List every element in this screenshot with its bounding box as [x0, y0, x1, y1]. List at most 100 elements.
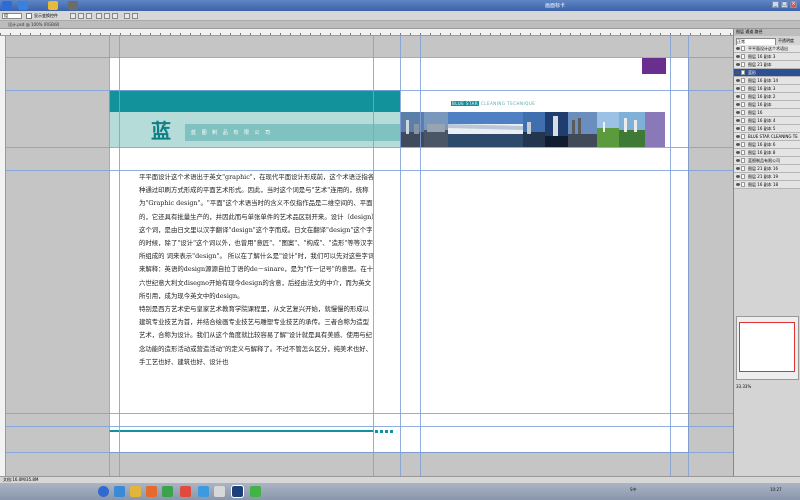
eye-icon[interactable]	[736, 135, 740, 138]
minibridge-icon[interactable]	[48, 1, 58, 10]
eye-icon[interactable]	[736, 103, 740, 106]
ime-indicator[interactable]: S中	[630, 487, 637, 493]
eye-icon[interactable]	[736, 63, 740, 66]
layer-row[interactable]: 蓝图制品有限公司	[734, 157, 800, 165]
layer-row[interactable]: 图层 16 副本 2	[734, 93, 800, 101]
auto-select-dropdown[interactable]: 组	[2, 13, 22, 19]
eye-icon[interactable]	[736, 127, 740, 130]
start-icon[interactable]	[98, 486, 109, 497]
bridge-icon[interactable]	[18, 1, 28, 10]
eye-icon[interactable]	[736, 183, 740, 186]
layer-row[interactable]: 图层 21 副本 19	[734, 173, 800, 181]
guide-horizontal[interactable]	[6, 170, 733, 171]
show-transform-checkbox[interactable]	[26, 13, 32, 19]
distribute-h-icon[interactable]	[132, 13, 138, 19]
layer-row[interactable]: 图层 21 副本	[734, 61, 800, 69]
navigator-view-frame[interactable]	[739, 322, 795, 372]
layer-row[interactable]: 图层 16 副本 3	[734, 85, 800, 93]
align-right-icon[interactable]	[112, 13, 118, 19]
layer-label: 图层 21 副本 19	[748, 174, 778, 179]
eye-icon[interactable]	[736, 55, 740, 58]
guide-horizontal[interactable]	[6, 90, 733, 91]
eye-icon[interactable]	[736, 119, 740, 122]
guide-vertical[interactable]	[119, 36, 120, 476]
chrome-icon[interactable]	[180, 486, 191, 497]
qq-icon[interactable]	[214, 486, 225, 497]
guide-horizontal[interactable]	[6, 57, 733, 58]
clock[interactable]: 10:27	[770, 487, 782, 492]
purple-block	[645, 112, 665, 147]
document-tab[interactable]: 设计.psd @ 100% (RGB/8)	[0, 21, 800, 29]
align-middle-icon[interactable]	[78, 13, 84, 19]
paragraph-1: 平平面设计这个术语出于英文"graphic"，在现代平面设计形成前，这个术语泛指…	[139, 173, 375, 300]
app-icon[interactable]	[2, 1, 12, 10]
guide-horizontal[interactable]	[6, 452, 733, 453]
close-button[interactable]: ×	[790, 1, 797, 8]
align-left-icon[interactable]	[96, 13, 102, 19]
layer-row[interactable]: 图层 16	[734, 109, 800, 117]
layer-row[interactable]: 图层 16 副本 4	[734, 117, 800, 125]
layer-row[interactable]: 蓝形	[734, 69, 800, 77]
tagline-rest: CLEANING TECHNIQUE	[480, 101, 536, 106]
eye-icon[interactable]	[736, 87, 740, 90]
body-text[interactable]: 平平面设计这个术语出于英文"graphic"，在现代平面设计形成前，这个术语泛指…	[139, 171, 375, 369]
layer-label: 图层 16 副本 2	[748, 94, 776, 99]
horizontal-ruler[interactable]	[0, 29, 733, 36]
layer-row[interactable]: 图层 16 副本 18	[734, 181, 800, 189]
layer-thumbnail	[741, 182, 745, 187]
wechat-icon[interactable]	[250, 486, 261, 497]
distribute-icon[interactable]	[124, 13, 130, 19]
layer-label: 图层 16 副本 6	[748, 142, 776, 147]
guide-vertical[interactable]	[400, 36, 401, 476]
layer-thumbnail	[741, 54, 745, 59]
guide-vertical[interactable]	[688, 36, 689, 476]
guide-horizontal[interactable]	[6, 413, 733, 414]
layer-row[interactable]: 图层 16 副本 6	[734, 141, 800, 149]
navigator-zoom[interactable]: 33.33%	[736, 384, 751, 389]
app-green-icon[interactable]	[162, 486, 173, 497]
media-icon[interactable]	[198, 486, 209, 497]
layer-row[interactable]: BLUE STAR CLEANING TE	[734, 133, 800, 141]
minimize-button[interactable]: _	[772, 1, 779, 8]
firefox-icon[interactable]	[146, 486, 157, 497]
layers-panel-tabs[interactable]: 图层 通道 路径	[734, 29, 800, 36]
guide-horizontal[interactable]	[6, 147, 733, 148]
options-bar: 组 显示变换控件	[0, 11, 800, 21]
eye-icon[interactable]	[736, 167, 740, 170]
ie-icon[interactable]	[114, 486, 125, 497]
layer-row[interactable]: 图层 16 副本 14	[734, 77, 800, 85]
hand-tool-icon[interactable]	[68, 1, 78, 10]
maximize-button[interactable]: □	[781, 1, 788, 8]
canvas-area[interactable]: 蓝 蓝 图 制 品 有 限 公 司 BLUE STAR CLEANING TEC…	[6, 36, 733, 476]
folder-icon[interactable]	[130, 486, 141, 497]
navigator-preview[interactable]	[736, 316, 799, 380]
eye-icon[interactable]	[736, 79, 740, 82]
document-page[interactable]: 蓝 蓝 图 制 品 有 限 公 司 BLUE STAR CLEANING TEC…	[109, 57, 688, 452]
eye-icon[interactable]	[736, 175, 740, 178]
layer-thumbnail	[741, 142, 745, 147]
guide-horizontal[interactable]	[6, 426, 733, 427]
text-layer-icon	[741, 158, 745, 163]
show-transform-label: 显示变换控件	[34, 13, 58, 18]
eye-icon[interactable]	[736, 71, 740, 74]
photoshop-icon[interactable]	[231, 485, 244, 498]
layer-row[interactable]: 图层 16 副本 8	[734, 149, 800, 157]
layer-row[interactable]: 图层 16 副本 3	[734, 53, 800, 61]
guide-vertical[interactable]	[670, 36, 671, 476]
layer-row[interactable]: 平平面设计这个术语出	[734, 45, 800, 53]
layer-row[interactable]: 图层 16 副本	[734, 101, 800, 109]
layer-row[interactable]: 图层 21 副本 16	[734, 165, 800, 173]
guide-vertical[interactable]	[420, 36, 421, 476]
eye-icon[interactable]	[736, 151, 740, 154]
align-bottom-icon[interactable]	[86, 13, 92, 19]
align-center-icon[interactable]	[104, 13, 110, 19]
guide-vertical[interactable]	[109, 36, 110, 476]
eye-icon[interactable]	[736, 143, 740, 146]
eye-icon[interactable]	[736, 47, 740, 50]
align-top-icon[interactable]	[70, 13, 76, 19]
eye-icon[interactable]	[736, 95, 740, 98]
eye-icon[interactable]	[736, 111, 740, 114]
eye-icon[interactable]	[736, 159, 740, 162]
layer-row[interactable]: 图层 16 副本 5	[734, 125, 800, 133]
guide-vertical[interactable]	[373, 36, 374, 476]
